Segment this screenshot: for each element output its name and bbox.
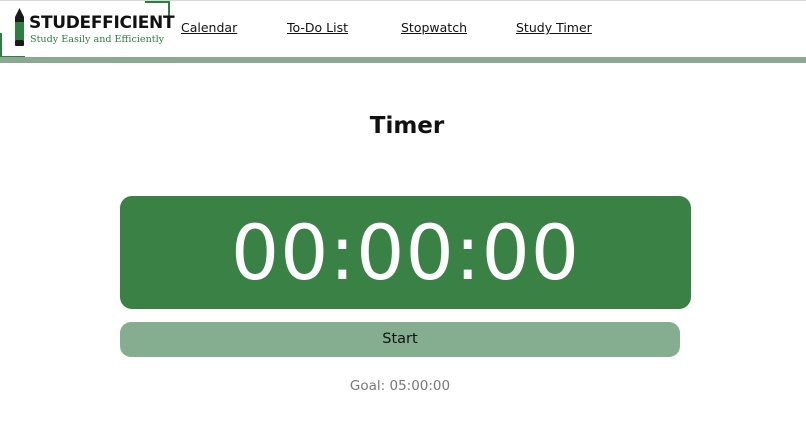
brand-name: STUDEFFICIENT <box>29 13 175 33</box>
header: STUDEFFICIENT Study Easily and Efficient… <box>0 0 806 63</box>
nav-link-study-timer[interactable]: Study Timer <box>516 20 592 36</box>
header-divider <box>0 57 806 63</box>
nav-link-calendar[interactable]: Calendar <box>181 20 237 36</box>
start-button[interactable]: Start <box>120 322 680 357</box>
logo[interactable]: STUDEFFICIENT Study Easily and Efficient… <box>0 1 175 59</box>
pencil-icon <box>15 8 24 46</box>
brand-tagline: Study Easily and Efficiently <box>30 34 165 45</box>
nav-link-todo-list[interactable]: To-Do List <box>287 20 348 36</box>
goal-text: Goal: 05:00:00 <box>349 378 451 394</box>
page-title: Timer <box>369 113 445 139</box>
timer-display: 00:00:00 <box>230 208 581 297</box>
nav-link-stopwatch[interactable]: Stopwatch <box>401 20 467 36</box>
timer-panel: 00:00:00 <box>120 196 691 309</box>
